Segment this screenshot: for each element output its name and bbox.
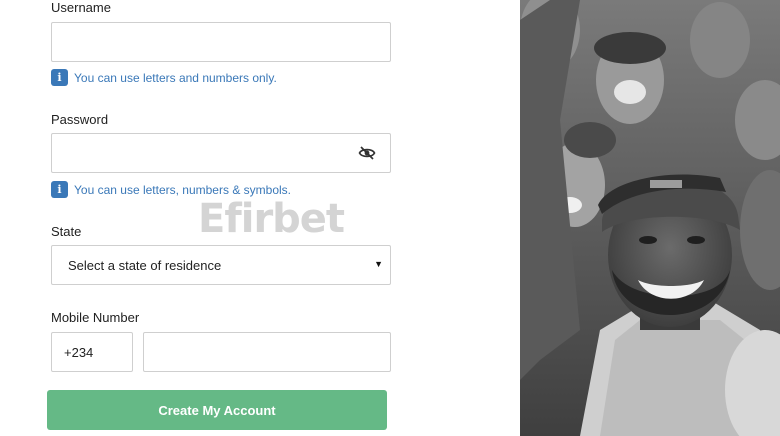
mobile-label: Mobile Number [51,310,140,325]
username-input[interactable] [51,22,391,62]
password-input[interactable] [51,133,391,173]
state-select[interactable]: Select a state of residence ▼ [51,245,391,285]
username-hint-text: You can use letters and numbers only. [74,70,277,85]
username-hint: i You can use letters and numbers only. [51,69,277,86]
create-account-button[interactable]: Create My Account [47,390,387,430]
country-code-input[interactable]: +234 [51,332,133,372]
info-icon: i [51,69,68,86]
watermark-logo: Efirbet [198,196,345,242]
password-label: Password [51,112,109,127]
state-select-value: Select a state of residence [68,257,222,273]
password-hint-text: You can use letters, numbers & symbols. [74,182,291,197]
crowd-photo-illustration [520,0,780,436]
registration-form: Username i You can use letters and numbe… [0,0,520,436]
state-label: State [51,224,82,239]
chevron-down-icon: ▼ [374,259,383,269]
username-label: Username [51,0,111,15]
hero-photo [520,0,780,436]
country-code-value: +234 [64,344,94,360]
mobile-number-input[interactable] [143,332,391,372]
eye-slash-icon[interactable] [358,145,376,161]
info-icon: i [51,181,68,198]
